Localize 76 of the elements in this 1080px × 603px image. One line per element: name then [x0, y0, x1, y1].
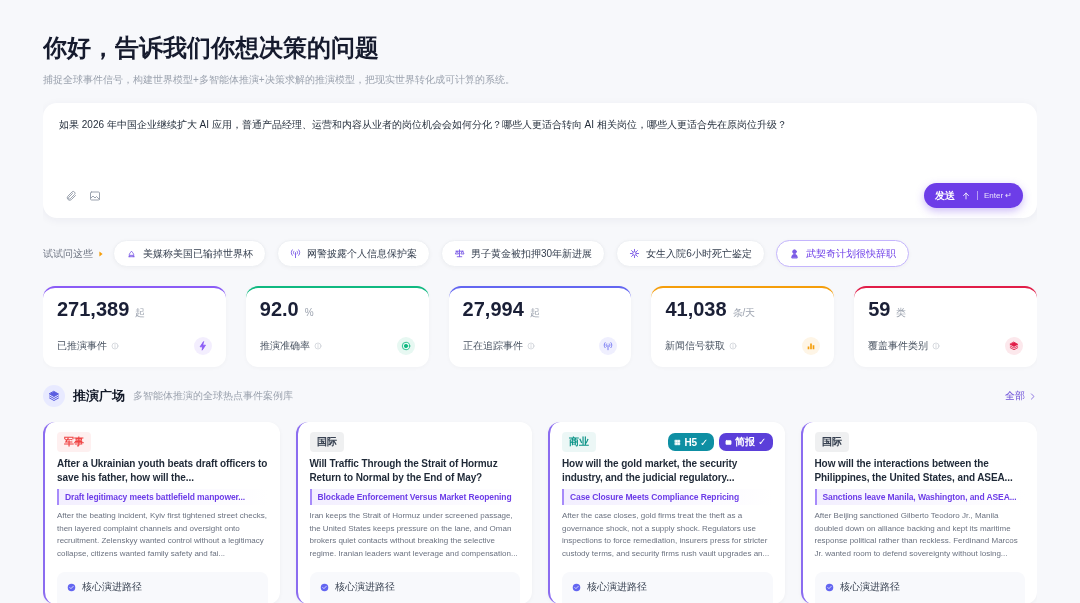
case-card[interactable] [548, 422, 785, 603]
suggestion-chip[interactable]: 美媒称美国已输掉世界杯 [113, 240, 266, 267]
info-icon [313, 342, 322, 350]
paperclip-icon [65, 189, 77, 202]
image-icon [89, 189, 101, 202]
view-all-link[interactable]: 全部 [1005, 389, 1037, 403]
arrow-up-icon [960, 190, 971, 201]
path-label: 核心演进路径 [334, 580, 395, 594]
stat-label: 推演准确率 [259, 339, 310, 353]
page-title: 你好，告诉我们你想决策的问题 [43, 33, 380, 63]
stat-unit: 起 [529, 306, 540, 320]
card-title: How will the interactions between the Philippines, the United States, and ASEA... [814, 457, 1014, 484]
stat-label: 正在追踪事件 [462, 339, 523, 353]
layers-icon [48, 390, 60, 402]
stat-unit: 条/天 [732, 306, 756, 320]
category-tag: 商业 [562, 432, 596, 452]
stat-value: 59 [868, 298, 891, 321]
stat-label: 新闻信号获取 [665, 339, 726, 353]
question-field[interactable]: 如果 2026 年中国企业继续扩大 AI 应用，普通产品经理、运营和内容从业者的岗位机会会如何分化？哪些人更适合转向 AI 相关岗位，哪些人更适合先在原岗位升级？ 发送 Enter ↵ [43, 103, 1037, 218]
card-title: Will Traffic Through the Strait of Hormuz Return to Normal by the End of May? [309, 457, 499, 484]
check-circle-icon [824, 582, 834, 592]
stat-unit: % [304, 307, 314, 318]
stat-value: 27,994 [462, 298, 524, 321]
case-card[interactable] [800, 422, 1037, 603]
antenna-icon [603, 341, 614, 351]
suggestion-chip[interactable]: 女生入院6小时死亡鉴定 [616, 240, 765, 267]
case-card[interactable] [43, 422, 280, 603]
grid-icon [674, 438, 682, 446]
bar-chart-icon [806, 341, 817, 351]
stat-label: 覆盖事件类别 [868, 339, 929, 353]
category-tag: 军事 [57, 432, 91, 452]
category-tag: 国际 [814, 432, 849, 452]
card-summary: Iran keeps the Strait of Hormuz under screened passage, the United States keeps pressure on the lane, and Oman brokers quiet contacts without breaking the selective regime. Iranian leaders want leverage and compensation... [309, 510, 519, 560]
info-icon [526, 342, 535, 350]
layers-icon [1009, 341, 1019, 351]
chevron-right-icon [1028, 391, 1037, 401]
scale-icon [454, 248, 465, 259]
person-icon [788, 248, 800, 259]
path-label: 核心演进路径 [587, 580, 647, 594]
stat-value: 271,389 [57, 298, 130, 321]
suggestion-chip[interactable]: 网警披露个人信息保护案 [277, 240, 430, 267]
stat-unit: 起 [135, 306, 146, 320]
card-summary: After the beating incident, Kyiv first tightened street checks, then layered complaint channels and oversight onto recruitment. Zelenskyy wanted control without a legitimacy collapse, citizens wanted family safety and fai... [57, 510, 268, 560]
card-summary: After Beijing sanctioned Gilberto Teodoro Jr., Manila doubled down on alliance backing and kept its maritime response political rather than reckless. Ferdinand Marcos Jr. wanted room to defend sovereignty without losing... [814, 510, 1019, 560]
info-icon [111, 342, 119, 350]
info-icon [729, 342, 738, 350]
stat-label: 已推演事件 [57, 339, 107, 353]
suggestion-chip[interactable]: 武契奇计划很快辞职 [775, 240, 909, 267]
path-label: 核心演进路径 [82, 580, 142, 594]
card-title: After a Ukrainian youth beats draft officers to save his father, how will the... [57, 457, 268, 484]
target-icon [400, 341, 411, 351]
virus-icon [629, 248, 641, 259]
stat-unit: 类 [896, 306, 907, 320]
status-badge: 简报 ✓ [719, 433, 773, 451]
card-summary: After the case closes, gold firms treat the theft as a governance shock, not a supply shock. Regulators use inspections to force remediation, insurers press for stricter custody terms, and security firms rush vault upgrades an... [562, 510, 771, 560]
suggestions-label: 试试问这些 [43, 246, 93, 261]
stat-value: 92.0 [259, 298, 299, 321]
suggestion-chip[interactable]: 男子黄金被扣押30年新进展 [441, 240, 606, 267]
check-circle-icon [319, 582, 329, 592]
case-card[interactable] [295, 422, 532, 603]
card-title: How will the gold market, the security industry, and the judicial regulatory... [562, 457, 739, 484]
stat-value: 41,038 [665, 298, 727, 321]
check-circle-icon [67, 582, 76, 592]
info-icon [932, 342, 941, 350]
send-button[interactable]: 发送 Enter ↵ [923, 183, 1023, 208]
check-circle-icon [572, 582, 581, 592]
caret-icon [97, 249, 105, 258]
image-icon [725, 438, 733, 446]
section-title: 推演广场 [73, 387, 125, 405]
section-subtitle: 多智能体推演的全球热点事件案例库 [133, 389, 293, 403]
antenna-icon [290, 248, 301, 259]
path-label: 核心演进路径 [839, 580, 900, 594]
status-badge: H5 ✓ [668, 433, 715, 451]
page-subtitle: 捕捉全球事件信号，构建世界模型+多智能体推演+决策求解的推演模型，把现实世界转化成可计算的系统。 [43, 73, 516, 87]
category-tag: 国际 [309, 432, 344, 452]
lightning-icon [197, 341, 208, 351]
